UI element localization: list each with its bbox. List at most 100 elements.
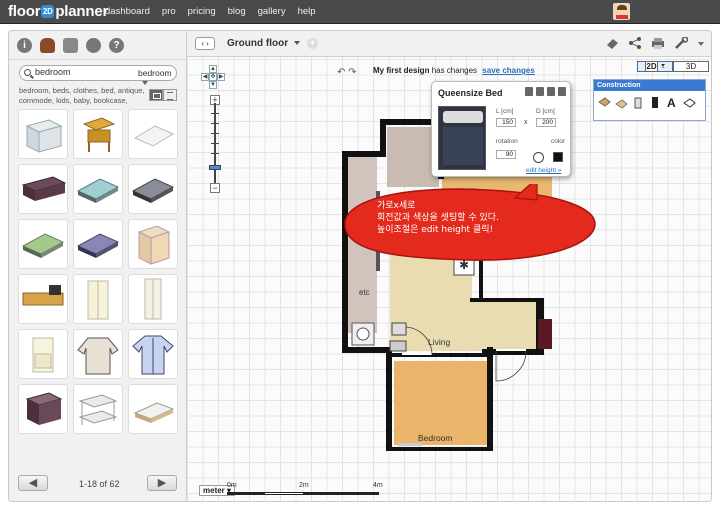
print-icon[interactable] — [651, 37, 665, 49]
zoom-tick — [211, 153, 219, 154]
library-item-dresser[interactable] — [18, 109, 68, 159]
flip-icon[interactable] — [536, 87, 544, 96]
scale-label-2: 2m — [299, 482, 309, 489]
wall-tool-icon[interactable] — [632, 96, 645, 109]
library-item-low-dresser[interactable] — [18, 164, 68, 214]
construction-tools: A — [598, 96, 696, 110]
lock-icon[interactable] — [525, 87, 533, 96]
page-info: 1-18 of 62 — [79, 479, 120, 489]
unit-value: meter — [203, 486, 225, 495]
related-tags[interactable]: bedroom, beds, clothes, bed, antique, co… — [19, 86, 147, 106]
furniture-icon[interactable] — [40, 38, 55, 53]
door-tool-icon[interactable] — [649, 96, 662, 109]
library-item-bed-purple[interactable] — [73, 219, 123, 269]
room-label-etc: etc — [359, 288, 370, 297]
nav-pro[interactable]: pro — [162, 6, 176, 17]
object-properties-popup: Queensize Bed L [cm] D [cm] 150 x 200 ro… — [431, 81, 571, 177]
room-tool-icon[interactable] — [598, 96, 611, 109]
pan-down-arrow-icon[interactable]: ▼ — [209, 81, 217, 89]
floor-tool-icon[interactable] — [615, 96, 628, 109]
zoom-tick — [211, 123, 219, 124]
view-switch — [149, 89, 177, 101]
library-item-wardrobe-tall[interactable] — [128, 274, 178, 324]
library-item-chest[interactable] — [128, 219, 178, 269]
nav-pricing[interactable]: pricing — [188, 6, 216, 17]
chevron-down-icon[interactable] — [697, 37, 711, 49]
library-pager: ◀ 1-18 of 62 ▶ — [9, 471, 187, 501]
library-item-nightstand[interactable] — [73, 109, 123, 159]
floor-nav-arrows[interactable]: ‹ › — [195, 37, 215, 50]
dimension-tool-icon[interactable] — [683, 96, 696, 109]
view-3d-button[interactable]: 3D — [673, 61, 709, 72]
length-input[interactable]: 150 — [496, 118, 516, 127]
prev-page-button[interactable]: ◀ — [18, 475, 48, 491]
floorplanner-logo[interactable]: floor 2D planner — [8, 3, 108, 20]
grid-view-toggle[interactable] — [149, 89, 163, 101]
logo-text-right: planner — [55, 3, 109, 20]
delete-icon[interactable] — [558, 87, 566, 96]
svg-text:A: A — [667, 96, 676, 109]
add-floor-button[interactable]: + — [307, 38, 318, 49]
window — [398, 443, 422, 446]
canvas-toolbar: ‹ › Ground floor + — [187, 31, 711, 57]
library-item-wardrobe-cream[interactable] — [73, 274, 123, 324]
change-status: has changes — [431, 66, 478, 75]
pan-dpad[interactable]: ▲ ◀ ✥ ▶ ▼ — [201, 65, 225, 89]
eraser-icon[interactable] — [605, 37, 619, 49]
object-title: Queensize Bed — [438, 88, 503, 98]
library-item-shirt[interactable] — [128, 329, 178, 379]
next-page-button[interactable]: ▶ — [147, 475, 177, 491]
library-item-bed-teal[interactable] — [73, 164, 123, 214]
floorplan-canvas[interactable]: ‹ › Ground floor + ↶ ↷ My first design h… — [187, 31, 711, 501]
paint-icon[interactable] — [86, 38, 101, 53]
user-avatar[interactable] — [613, 3, 630, 20]
library-search-field[interactable]: bedroom — [19, 65, 177, 85]
rotation-input[interactable]: 90 — [496, 150, 516, 159]
help-icon[interactable]: ? — [109, 38, 124, 53]
library-item-mat[interactable] — [128, 109, 178, 159]
category-select[interactable]: bedroom — [138, 68, 176, 88]
zoom-slider[interactable]: + − — [209, 95, 221, 201]
library-item-sweater[interactable] — [73, 329, 123, 379]
depth-input[interactable]: 200 — [536, 118, 556, 127]
nav-blog[interactable]: blog — [228, 6, 246, 17]
annotation-bubble — [344, 184, 596, 261]
depth-label: D [cm] — [536, 108, 555, 115]
search-input[interactable] — [35, 67, 125, 77]
photo-icon[interactable] — [63, 38, 78, 53]
chevron-down-icon — [142, 81, 148, 85]
library-item-bunk-bed[interactable] — [73, 384, 123, 434]
nav-dashboard[interactable]: dashboard — [105, 6, 150, 17]
library-item-bed-dark[interactable] — [128, 164, 178, 214]
pan-center-icon[interactable]: ✥ — [209, 73, 217, 81]
undo-redo-buttons[interactable]: ↶ ↷ — [337, 67, 357, 78]
list-view-toggle[interactable] — [163, 89, 177, 101]
logo-text-left: floor — [8, 3, 41, 20]
library-item-tv-cabinet[interactable] — [18, 274, 68, 324]
nav-help[interactable]: help — [298, 6, 316, 17]
pan-right-arrow-icon[interactable]: ▶ — [217, 73, 225, 81]
view-2d-button[interactable]: 2D — [637, 61, 673, 72]
nav-gallery[interactable]: gallery — [258, 6, 286, 17]
chevron-down-icon — [660, 64, 665, 68]
color-swatch[interactable] — [553, 152, 563, 162]
pan-up-arrow-icon[interactable]: ▲ — [209, 65, 217, 73]
library-item-single-bed[interactable] — [128, 384, 178, 434]
library-item-bed-green[interactable] — [18, 219, 68, 269]
main-nav: dashboard pro pricing blog gallery help — [105, 6, 316, 17]
save-changes-link[interactable]: save changes — [482, 66, 534, 75]
library-item-cabinet[interactable] — [18, 329, 68, 379]
info-icon[interactable]: i — [17, 38, 32, 53]
share-icon[interactable] — [628, 37, 642, 49]
zoom-knob[interactable] — [209, 165, 221, 170]
top-navigation-bar: floor 2D planner dashboard pro pricing blo… — [0, 0, 720, 24]
pan-left-arrow-icon[interactable]: ◀ — [201, 73, 209, 81]
edit-height-link[interactable]: edit height » — [526, 167, 561, 174]
rotation-dial[interactable] — [533, 152, 544, 163]
floor-select[interactable]: Ground floor — [227, 38, 301, 49]
wrench-icon[interactable] — [674, 36, 689, 49]
text-tool-icon[interactable]: A — [666, 96, 679, 110]
copy-icon[interactable] — [547, 87, 555, 96]
library-item-commode-purple[interactable] — [18, 384, 68, 434]
zoom-out-button[interactable]: − — [210, 183, 220, 193]
